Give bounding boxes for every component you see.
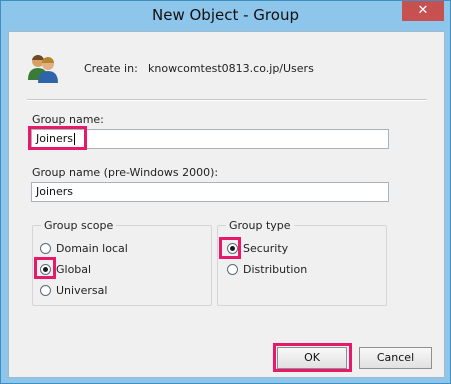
text-cursor <box>74 133 76 145</box>
radio-security[interactable] <box>227 243 238 254</box>
radio-global[interactable] <box>40 264 51 275</box>
ok-button[interactable]: OK <box>277 347 347 369</box>
radio-label-domain-local: Domain local <box>56 242 128 255</box>
window-title: New Object - Group <box>152 6 299 24</box>
pre2000-label: Group name (pre-Windows 2000): <box>32 166 219 179</box>
create-in-label: Create in: <box>84 62 138 75</box>
title-bar[interactable]: New Object - Group ✕ <box>1 1 450 31</box>
group-scope-box: Group scope Domain local Global Universa… <box>32 219 212 306</box>
dialog-window: New Object - Group ✕ Create in: knowcomt… <box>0 0 451 384</box>
create-in-path: knowcomtest0813.co.jp/Users <box>148 62 314 75</box>
close-icon: ✕ <box>417 3 429 18</box>
close-button[interactable]: ✕ <box>402 1 444 21</box>
group-name-label: Group name: <box>32 113 104 126</box>
pre2000-value: Joiners <box>36 185 74 198</box>
radio-label-security: Security <box>243 242 289 255</box>
radio-universal[interactable] <box>40 285 51 296</box>
dialog-body: Create in: knowcomtest0813.co.jp/Users G… <box>8 31 445 378</box>
group-scope-title: Group scope <box>41 219 117 232</box>
users-icon <box>28 54 58 83</box>
group-name-value: Joiners <box>36 132 74 145</box>
group-type-title: Group type <box>226 219 294 232</box>
radio-label-distribution: Distribution <box>243 263 308 276</box>
group-name-input[interactable]: Joiners <box>31 129 389 149</box>
pre2000-input[interactable]: Joiners <box>31 182 389 202</box>
group-type-box: Group type Security Distribution <box>217 219 387 306</box>
radio-distribution[interactable] <box>227 264 238 275</box>
cancel-button[interactable]: Cancel <box>359 347 432 369</box>
separator <box>27 99 427 101</box>
radio-domain-local[interactable] <box>40 243 51 254</box>
radio-label-universal: Universal <box>56 284 108 297</box>
radio-label-global: Global <box>56 263 92 276</box>
